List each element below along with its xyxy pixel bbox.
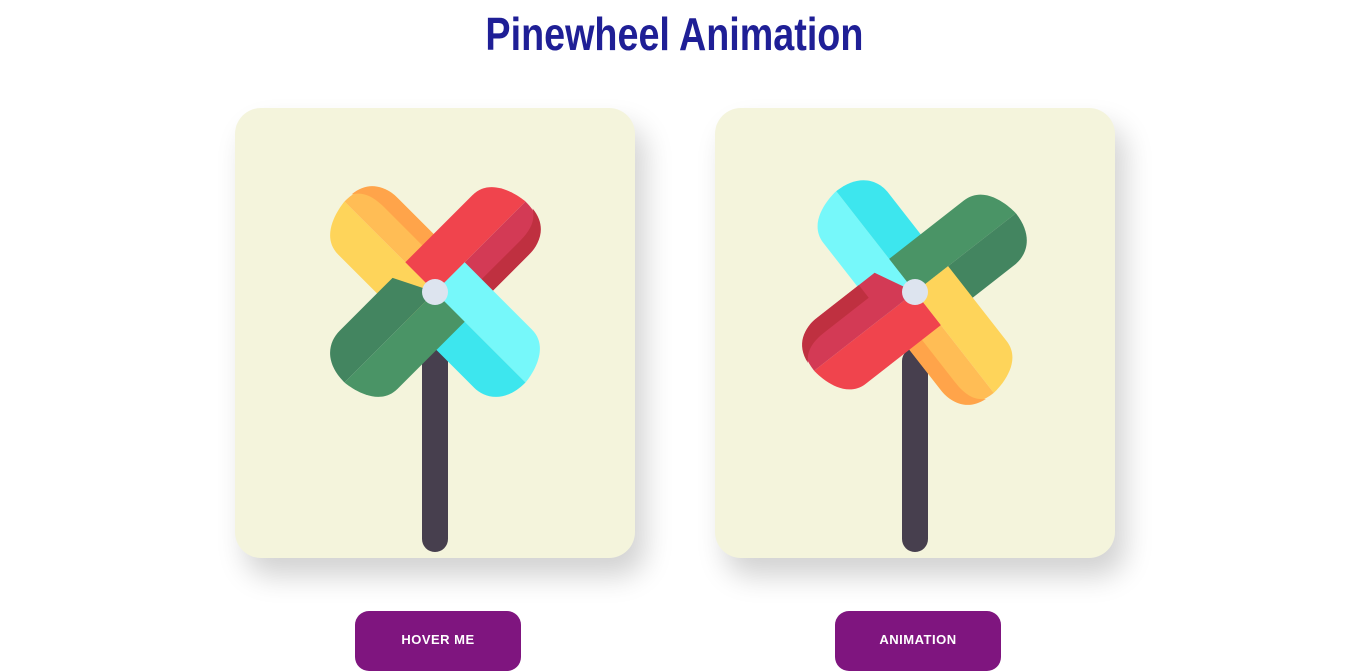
hover-me-button[interactable]: HOVER ME (355, 611, 521, 671)
pinwheel-hub (902, 279, 928, 305)
pinwheel-stick (422, 348, 448, 552)
pinwheel-hub (422, 279, 448, 305)
animation-button[interactable]: ANIMATION (835, 611, 1001, 671)
pinwheel-stick (902, 348, 928, 552)
hover-card[interactable] (235, 108, 635, 558)
pinwheel-icon (330, 186, 541, 552)
pinwheel-icon (802, 180, 1027, 552)
animation-card[interactable] (715, 108, 1115, 558)
page-title: Pinewheel Animation (485, 8, 864, 60)
